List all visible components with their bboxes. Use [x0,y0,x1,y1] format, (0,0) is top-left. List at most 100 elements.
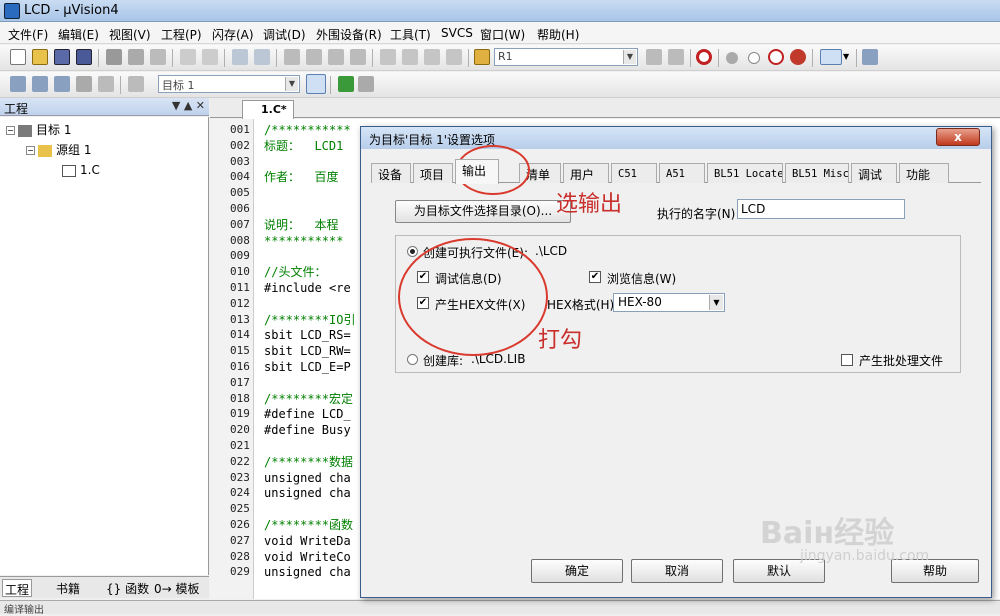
collapse-icon[interactable]: − [26,146,35,155]
line-number: 019 [230,407,250,421]
tab-bl51-locate[interactable]: BL51 Locate [707,163,783,183]
find-combo[interactable]: R1 ▼ [494,48,638,66]
build-icon[interactable] [32,76,48,92]
editor-tab[interactable]: 1.C* [242,100,294,119]
menu-peripherals[interactable]: 外围设备(R) [316,26,382,43]
incremental-find-icon[interactable] [668,49,684,65]
status-text: 编译输出 [4,605,44,616]
cut-icon[interactable] [106,49,122,65]
hex-format-select[interactable]: HEX-80 ▼ [613,293,725,312]
menu-file[interactable]: 文件(F) [8,26,48,43]
uncomment-icon[interactable] [446,49,462,65]
kill-breakpoints-icon[interactable] [790,49,806,65]
tree-target[interactable]: − 目标 1 [6,121,71,139]
select-output-folder-button[interactable]: 为目标文件选择目录(O)... [395,200,571,223]
line-number: 025 [230,502,250,516]
configure-icon[interactable] [862,49,878,65]
toggle-breakpoint-icon[interactable] [748,52,760,64]
new-file-icon[interactable] [10,49,26,65]
panel-controls[interactable]: ▼ ▲ ✕ [172,99,205,112]
disable-breakpoints-icon[interactable] [768,49,784,65]
close-button[interactable]: x [936,128,980,146]
redo-icon[interactable] [202,49,218,65]
create-lib-radio[interactable] [407,354,418,365]
target-combo[interactable]: 目标 1 ▼ [158,75,300,93]
line-number: 028 [230,549,250,563]
target-options-icon[interactable] [306,74,326,94]
nav-forward-icon[interactable] [254,49,270,65]
menu-svcs[interactable]: SVCS [441,26,473,40]
tab-output[interactable]: 输出 [455,159,499,184]
batch-build-icon[interactable] [76,76,92,92]
ok-button[interactable]: 确定 [531,559,623,583]
menu-help[interactable]: 帮助(H) [537,26,579,43]
find-combo-value: R1 [498,50,513,63]
options-dialog: 为目标'目标 1'设置选项 x 设备 项目 输出 清单 用户 C51 A51 B… [360,126,992,598]
line-number: 009 [230,249,250,263]
chevron-down-icon[interactable]: ▼ [709,295,723,310]
tab-c51[interactable]: C51 [611,163,657,183]
menu-view[interactable]: 视图(V) [109,26,151,43]
save-icon[interactable] [54,49,70,65]
exe-name-input[interactable]: LCD [737,199,905,219]
undo-icon[interactable] [180,49,196,65]
bookmark-icon[interactable] [284,49,300,65]
tab-device[interactable]: 设备 [371,163,411,183]
tab-books[interactable]: 书籍 [54,579,82,597]
menu-flash[interactable]: 闪存(A) [212,26,254,43]
tab-bl51-misc[interactable]: BL51 Misc [785,163,849,183]
create-exe-radio[interactable] [407,246,418,257]
paste-icon[interactable] [150,49,166,65]
tab-user[interactable]: 用户 [563,163,609,183]
project-panel-header: 工程 ▼ ▲ ✕ [0,98,209,116]
clear-bookmarks-icon[interactable] [350,49,366,65]
tab-target[interactable]: 项目 [413,163,453,183]
menu-window[interactable]: 窗口(W) [480,26,525,43]
stop-build-icon[interactable] [98,76,114,92]
tab-functions[interactable]: {} 函数 [104,579,151,597]
batch-file-checkbox[interactable] [841,354,853,366]
indent-icon[interactable] [380,49,396,65]
cancel-button[interactable]: 取消 [631,559,723,583]
nav-back-icon[interactable] [232,49,248,65]
find-in-files-icon[interactable] [474,49,490,65]
tab-a51[interactable]: A51 [659,163,705,183]
close-icon: x [954,130,962,144]
line-text: *********** [264,233,344,248]
line-text: unsigned cha [264,565,351,580]
manage-components-icon[interactable] [338,76,354,92]
menu-tools[interactable]: 工具(T) [390,26,431,43]
chevron-down-icon[interactable]: ▼ [623,50,636,64]
unindent-icon[interactable] [402,49,418,65]
find-icon[interactable] [646,49,662,65]
breakpoint-icon[interactable] [726,52,738,64]
translate-icon[interactable] [10,76,26,92]
folder-icon [38,144,52,157]
tree-file[interactable]: 1.C [62,161,100,179]
tab-templates[interactable]: 0→ 模板 [152,579,202,597]
tab-project[interactable]: 工程 [2,579,33,597]
copy-icon[interactable] [128,49,144,65]
save-all-icon[interactable] [76,49,92,65]
download-icon[interactable] [128,76,144,92]
next-bookmark-icon[interactable] [328,49,344,65]
open-folder-icon[interactable] [32,49,48,65]
line-text: sbit LCD_E=P [264,360,351,374]
chevron-down-icon[interactable]: ▼ [843,49,851,65]
browse-info-checkbox[interactable]: ✔ [589,271,601,283]
tree-group[interactable]: − 源组 1 [26,141,91,159]
start-debug-icon[interactable] [696,49,712,65]
window-layout-icon[interactable] [820,49,842,65]
select-packs-icon[interactable] [358,76,374,92]
tab-debug[interactable]: 调试 [851,163,897,183]
menu-edit[interactable]: 编辑(E) [58,26,99,43]
comment-icon[interactable] [424,49,440,65]
target-combo-value: 目标 1 [162,79,195,92]
prev-bookmark-icon[interactable] [306,49,322,65]
rebuild-icon[interactable] [54,76,70,92]
menu-project[interactable]: 工程(P) [161,26,202,43]
chevron-down-icon[interactable]: ▼ [285,77,298,91]
collapse-icon[interactable]: − [6,126,15,135]
menu-debug[interactable]: 调试(D) [263,26,306,43]
tab-utilities[interactable]: 功能 [899,163,949,183]
